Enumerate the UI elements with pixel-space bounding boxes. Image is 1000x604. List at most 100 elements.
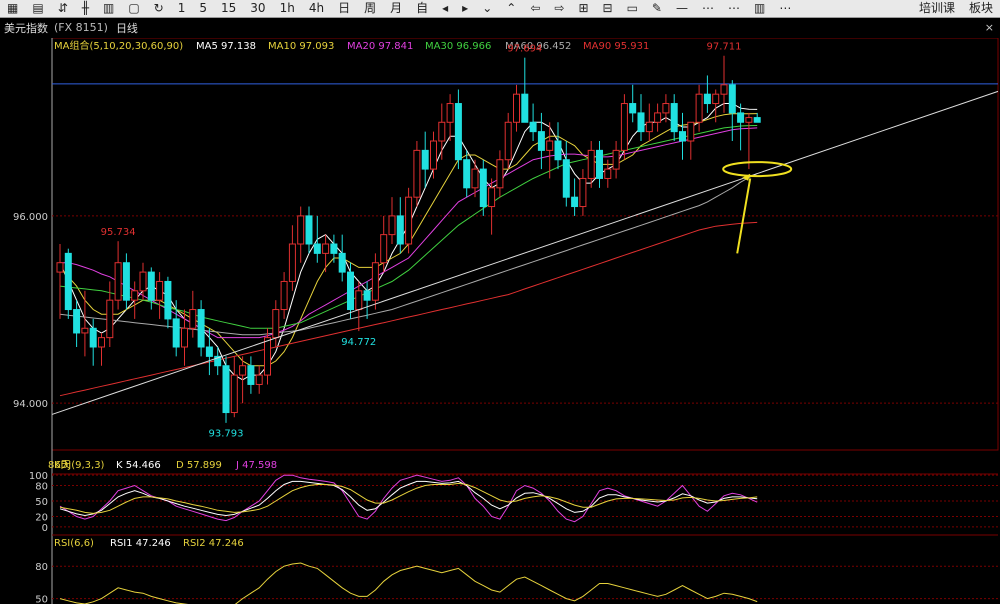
price-annotation: 95.734 (101, 227, 136, 238)
chart-icon[interactable]: ▥ (96, 0, 121, 17)
price-annotation: 97.694 (507, 43, 542, 54)
candle-body (122, 262, 130, 301)
period-week-button[interactable]: 周 (357, 0, 383, 17)
y-tick-label: 96.000 (13, 212, 48, 223)
pen-icon[interactable]: ✎ (645, 0, 669, 17)
candle-body (728, 84, 736, 114)
kdj-line-d (59, 482, 758, 514)
calendar-icon[interactable]: ▥ (747, 0, 772, 17)
left-icon[interactable]: ⇦ (523, 0, 547, 17)
candle-body (438, 121, 446, 142)
candle-body (745, 117, 753, 123)
candle-body (205, 346, 213, 357)
zoom-in-icon[interactable]: ⊞ (571, 0, 595, 17)
rsi-legend-rsi2: RSI2 47.246 (183, 538, 244, 549)
period-day-button[interactable]: 日 (331, 0, 357, 17)
candle-body (679, 131, 686, 142)
more-icon-2[interactable]: ⋯ (721, 0, 747, 17)
candle-body (73, 309, 81, 334)
window-icon[interactable]: ▭ (620, 0, 645, 17)
more-icon-3[interactable]: ⋯ (772, 0, 798, 17)
period-1-button[interactable]: 1 (171, 0, 193, 17)
candle-body (371, 262, 379, 301)
refresh-icon[interactable]: ↻ (147, 0, 171, 17)
candle-body (753, 117, 761, 123)
period-15-button[interactable]: 15 (214, 0, 243, 17)
period-custom-button[interactable]: 自 (409, 0, 435, 17)
rsi-tick-label: 50 (35, 595, 48, 604)
candle-body (156, 280, 164, 301)
collapse-icon[interactable]: ⌄ (475, 0, 499, 17)
candle-body (571, 196, 579, 208)
candle-body (89, 327, 97, 348)
minus-icon[interactable]: — (669, 0, 695, 17)
kdj-legend-title: KDJ(9,3,3) (54, 460, 105, 471)
candle-body (496, 159, 504, 189)
period-1h-button[interactable]: 1h (273, 0, 302, 17)
sector-link[interactable]: 板块 (962, 0, 1000, 17)
candle-body (712, 93, 720, 105)
candle-body (596, 149, 603, 179)
training-course-link[interactable]: 培训课 (912, 0, 962, 17)
candle-body (355, 290, 363, 311)
candle-body (413, 149, 421, 198)
ma-legend-title: MA组合(5,10,20,30,60,90) (54, 39, 183, 52)
candle-body (305, 215, 313, 245)
candle-body (338, 252, 346, 273)
candle-body (662, 103, 670, 114)
candle-body (421, 149, 429, 170)
price-annotation: 97.711 (707, 42, 742, 53)
candle-body (255, 374, 263, 385)
kdj-legend-j: J 47.598 (235, 460, 277, 471)
candle-body (388, 215, 396, 236)
chart-period[interactable]: 日线 (108, 20, 138, 36)
grid-icon[interactable]: ▦ (0, 0, 25, 17)
candle-body (106, 299, 114, 339)
rsi-legend-title: RSI(6,6) (54, 538, 94, 549)
period-5-button[interactable]: 5 (192, 0, 214, 17)
candle-body (529, 121, 537, 133)
swap-icon[interactable]: ⇵ (51, 0, 75, 17)
candle-body (230, 374, 238, 414)
candle-body (687, 121, 695, 142)
candle-body (56, 262, 64, 273)
next-icon[interactable]: ▸ (455, 0, 475, 17)
ma-legend-item: MA10 97.093 (268, 41, 334, 52)
candle-body (247, 365, 255, 385)
candle-body (504, 121, 512, 161)
period-30-button[interactable]: 30 (243, 0, 272, 17)
candle-body (629, 103, 637, 114)
candle-body (612, 149, 620, 170)
more-icon[interactable]: ⋯ (695, 0, 721, 17)
period-month-button[interactable]: 月 (383, 0, 409, 17)
chart-canvas[interactable]: 96.000 94.000 MA组合(5,10,20,30,60,90) MA5 97… (0, 38, 1000, 604)
candle-body (654, 112, 662, 123)
expand-icon[interactable]: ⌃ (499, 0, 523, 17)
close-icon[interactable]: × (985, 21, 994, 34)
right-icon[interactable]: ⇨ (547, 0, 571, 17)
zoom-out-icon[interactable]: ⊟ (596, 0, 620, 17)
candle-body (463, 159, 471, 189)
candle-body (579, 177, 587, 208)
candle-body (479, 168, 487, 208)
candle-body (604, 168, 612, 179)
candle-body (239, 365, 247, 376)
ma-legend-item: MA20 97.841 (347, 41, 413, 52)
candle-body (172, 318, 180, 348)
candle-body (313, 243, 321, 254)
candle-body (64, 252, 72, 311)
candle-icon[interactable]: ╫ (75, 0, 96, 17)
rsi-line-rsi1 (59, 562, 758, 604)
candle-body (139, 271, 147, 292)
doc-icon[interactable]: ▤ (25, 0, 50, 17)
kdj-legend-k: K 54.466 (116, 460, 161, 471)
save-icon[interactable]: ▢ (121, 0, 146, 17)
candle-body (546, 140, 554, 151)
candle-body (272, 309, 280, 339)
prev-icon[interactable]: ◂ (435, 0, 455, 17)
candle-body (98, 337, 105, 348)
period-4h-button[interactable]: 4h (302, 0, 331, 17)
candle-body (380, 234, 388, 264)
candle-body (131, 290, 139, 301)
candle-body (330, 243, 338, 254)
